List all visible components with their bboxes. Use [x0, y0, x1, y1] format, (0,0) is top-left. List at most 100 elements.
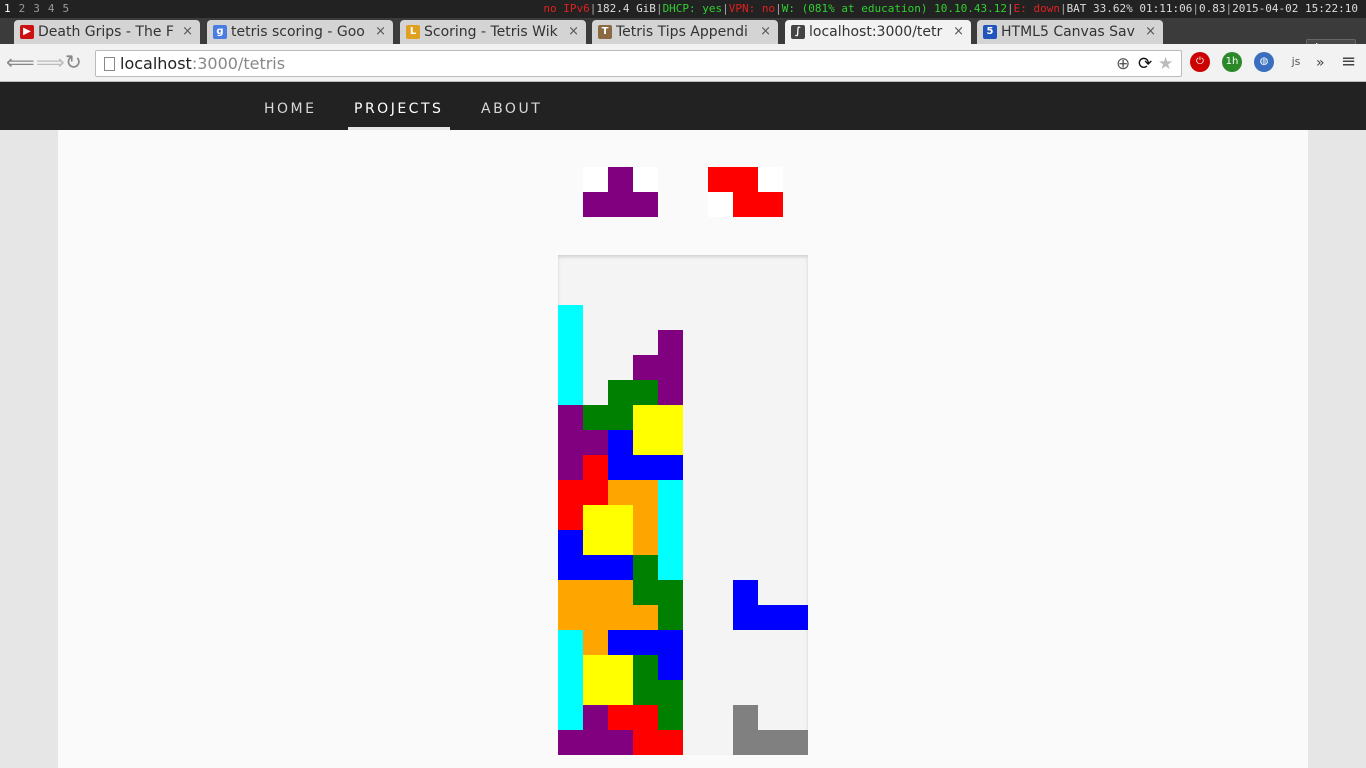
tab-3[interactable]: T Tetris Tips Appendi ×: [592, 20, 778, 44]
preview-1-cell: [583, 167, 608, 192]
board-cell: [633, 505, 658, 530]
board-cell: [558, 730, 583, 755]
overflow-icon[interactable]: »: [1316, 53, 1325, 73]
next-piece-preview-1: [583, 167, 658, 217]
page-content: [58, 130, 1308, 768]
preview-2-cell: [758, 192, 783, 217]
board-cell: [633, 630, 658, 655]
board-cell: [608, 505, 633, 530]
board-cell: [633, 605, 658, 630]
board-cell: [633, 730, 658, 755]
board-cell: [633, 680, 658, 705]
youtube-icon: ▶: [20, 25, 34, 39]
tab-5[interactable]: 5 HTML5 Canvas Sav ×: [977, 20, 1163, 44]
board-cell: [583, 530, 608, 555]
tab-2[interactable]: L Scoring - Tetris Wik ×: [400, 20, 586, 44]
workspace-3[interactable]: 3: [33, 2, 40, 15]
board-cell: [658, 380, 683, 405]
adblock-icon[interactable]: ⏻: [1190, 52, 1210, 72]
board-cell: [608, 380, 633, 405]
workspace-5[interactable]: 5: [63, 2, 70, 15]
workspace-4[interactable]: 4: [48, 2, 55, 15]
board-cell: [583, 730, 608, 755]
status-item: VPN: no: [728, 2, 776, 15]
tab-0[interactable]: ▶ Death Grips - The F ×: [14, 20, 200, 44]
board-cell: [558, 355, 583, 380]
tab-4[interactable]: ∫ localhost:3000/tetr ×: [785, 20, 971, 44]
system-info: no IPv6|182.4 GiB|DHCP: yes|VPN: no|W: (…: [543, 0, 1358, 18]
board-cell: [608, 655, 633, 680]
next-piece-preview-2: [708, 167, 783, 217]
close-tab-icon[interactable]: ×: [568, 20, 579, 44]
preview-1-cell: [633, 167, 658, 192]
tab-label: localhost:3000/tetr: [809, 24, 943, 40]
board-cell: [558, 705, 583, 730]
board-cell: [733, 580, 758, 605]
preview-2-cell: [733, 192, 758, 217]
board-cell: [558, 405, 583, 430]
board-cell: [608, 630, 633, 655]
nav-about[interactable]: ABOUT: [481, 82, 542, 130]
tab-1[interactable]: g tetris scoring - Goo ×: [207, 20, 393, 44]
close-tab-icon[interactable]: ×: [953, 20, 964, 44]
status-item: W: (081% at education) 10.10.43.12: [781, 2, 1007, 15]
close-tab-icon[interactable]: ×: [1145, 20, 1156, 44]
board-cell: [608, 580, 633, 605]
tab-label: tetris scoring - Goo: [231, 24, 365, 40]
board-cell: [558, 330, 583, 355]
workspace-1[interactable]: 1: [4, 2, 11, 15]
close-tab-icon[interactable]: ×: [375, 20, 386, 44]
back-icon[interactable]: ⟸: [6, 52, 35, 72]
status-item: 0.83: [1199, 2, 1226, 15]
star-icon[interactable]: ★: [1158, 54, 1173, 74]
preview-2-cell: [708, 192, 733, 217]
preview-1-cell: [608, 192, 633, 217]
globe-icon[interactable]: ◍: [1254, 52, 1274, 72]
workspace-list[interactable]: 12345: [4, 0, 77, 18]
status-item: 2015-04-02 15:22:10: [1232, 2, 1358, 15]
status-item: E: down: [1013, 2, 1060, 15]
board-cell: [583, 505, 608, 530]
workspace-2[interactable]: 2: [19, 2, 26, 15]
browser-toolbar: ⟸ ⟹ ↻ localhost:3000/tetris ⊕ ⟳ ★ ⏻ 1h ◍…: [0, 44, 1366, 82]
preview-1-cell: [633, 192, 658, 217]
board-cell: [633, 530, 658, 555]
close-tab-icon[interactable]: ×: [182, 20, 193, 44]
tetris-board[interactable]: [558, 255, 808, 755]
board-cell: [558, 680, 583, 705]
board-cell: [633, 380, 658, 405]
board-cell: [633, 655, 658, 680]
extension-badge-icon[interactable]: 1h: [1222, 52, 1242, 72]
board-cell: [583, 405, 608, 430]
board-cell: [558, 630, 583, 655]
status-separator: |: [1059, 2, 1067, 15]
status-item: no IPv6: [543, 2, 590, 15]
board-cell: [633, 705, 658, 730]
board-cell: [658, 405, 683, 430]
address-bar[interactable]: localhost:3000/tetris ⊕ ⟳ ★: [95, 50, 1182, 77]
close-tab-icon[interactable]: ×: [760, 20, 771, 44]
status-item: 182.4 GiB: [596, 2, 656, 15]
nav-home[interactable]: HOME: [264, 82, 316, 130]
zoom-icon[interactable]: ⊕: [1116, 54, 1130, 74]
board-cell: [583, 580, 608, 605]
url-host: localhost: [120, 54, 192, 73]
forward-icon[interactable]: ⟹: [36, 52, 65, 72]
board-cell: [733, 730, 758, 755]
js-icon[interactable]: js: [1286, 52, 1306, 72]
reload-icon[interactable]: ↻: [65, 52, 82, 72]
status-separator: |: [655, 2, 663, 15]
site-nav: HOME PROJECTS ABOUT: [0, 82, 1366, 130]
board-cell: [558, 305, 583, 330]
board-cell: [633, 405, 658, 430]
board-cell: [558, 455, 583, 480]
menu-icon[interactable]: ≡: [1341, 52, 1356, 72]
board-cell: [608, 530, 633, 555]
nav-projects[interactable]: PROJECTS: [348, 82, 450, 130]
board-cell: [658, 630, 683, 655]
board-cell: [658, 680, 683, 705]
board-cell: [633, 480, 658, 505]
sync-icon[interactable]: ⟳: [1138, 54, 1152, 74]
board-cell: [783, 605, 808, 630]
board-cell: [658, 530, 683, 555]
